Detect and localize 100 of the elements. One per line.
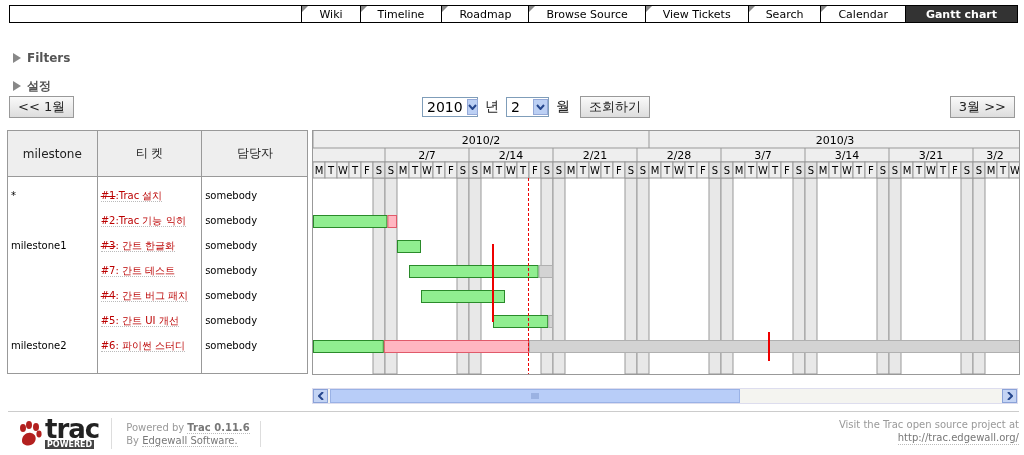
day-label: T	[996, 161, 1010, 179]
day-label: W	[672, 161, 686, 179]
milestone-name: *	[11, 190, 16, 201]
day-label: T	[600, 161, 614, 179]
day-label: S	[708, 161, 722, 179]
dropdown-icon	[533, 99, 548, 115]
day-label: S	[384, 161, 398, 179]
project-link[interactable]: http://trac.edgewall.org/	[897, 431, 1019, 445]
week-label: 3/21	[918, 149, 944, 162]
day-label: T	[768, 161, 782, 179]
day-label: S	[552, 161, 566, 179]
day-label: M	[648, 161, 662, 179]
day-label: W	[840, 161, 854, 179]
section-toggle[interactable]: Filters	[13, 49, 71, 67]
search-button[interactable]: 조회하기	[580, 96, 650, 118]
day-label: T	[324, 161, 338, 179]
day-label: S	[468, 161, 482, 179]
trac-logo[interactable]: trac POWERED	[8, 418, 113, 449]
owner-name: somebody	[205, 240, 258, 251]
day-label: S	[888, 161, 902, 179]
ticket-link[interactable]: #5: 간트 UI 개선	[100, 314, 179, 327]
day-label: F	[528, 161, 542, 179]
next-month-button[interactable]: 3월 >>	[949, 96, 1015, 118]
day-label: T	[348, 161, 362, 179]
owner-name: somebody	[205, 265, 258, 276]
day-label: S	[960, 161, 974, 179]
ticket-link[interactable]: #7: 간트 테스트	[100, 264, 176, 277]
remaining-segment	[538, 265, 553, 278]
day-label: W	[504, 161, 518, 179]
week-label: 3/7	[754, 149, 772, 162]
column-header: milestone	[7, 130, 98, 177]
day-label: W	[336, 161, 350, 179]
nav-tab[interactable]: Gantt chart	[904, 6, 1017, 22]
grip-icon	[531, 393, 539, 399]
month-label: 2010/3	[815, 134, 855, 147]
ticket-link[interactable]: #6: 파이썬 스터디	[100, 339, 186, 352]
week-label: 2/7	[418, 149, 436, 162]
month-label: 2010/2	[461, 134, 501, 147]
horizontal-scrollbar[interactable]	[312, 388, 1018, 404]
day-label: M	[732, 161, 746, 179]
day-label: F	[444, 161, 458, 179]
day-label: T	[828, 161, 842, 179]
remaining-segment	[548, 315, 553, 328]
week-label: 3/14	[834, 149, 860, 162]
day-label: S	[456, 161, 470, 179]
scrollbar-thumb[interactable]	[330, 389, 740, 403]
day-label: T	[684, 161, 698, 179]
week-label: 2/28	[666, 149, 692, 162]
day-label: M	[984, 161, 998, 179]
column-header: 담당자	[201, 130, 308, 177]
year-select[interactable]: 2010	[422, 97, 478, 117]
day-label: S	[624, 161, 638, 179]
day-label: M	[480, 161, 494, 179]
year-label: 년	[485, 98, 499, 116]
previous-month-button[interactable]: << 1월	[9, 96, 75, 118]
month-select[interactable]: 2	[506, 97, 549, 117]
day-label: T	[516, 161, 530, 179]
version-link[interactable]: Trac 0.11.6	[187, 421, 250, 434]
day-label: F	[360, 161, 374, 179]
day-label: S	[636, 161, 650, 179]
paw-icon	[18, 420, 42, 447]
scroll-left-button[interactable]	[313, 389, 328, 403]
day-label: T	[912, 161, 926, 179]
day-label: T	[744, 161, 758, 179]
owner-name: somebody	[205, 190, 258, 201]
day-label: W	[924, 161, 938, 179]
scroll-right-button[interactable]	[1002, 389, 1017, 403]
column-header: 티 켓	[97, 130, 202, 177]
done-segment	[313, 340, 384, 353]
day-label: T	[852, 161, 866, 179]
day-label: F	[612, 161, 626, 179]
day-label: T	[936, 161, 950, 179]
owner-name: somebody	[205, 290, 258, 301]
vendor-link[interactable]: Edgewall Software.	[142, 434, 238, 447]
day-label: T	[432, 161, 446, 179]
day-label: W	[756, 161, 770, 179]
milestone-name: milestone1	[11, 240, 67, 251]
day-label: W	[420, 161, 434, 179]
day-label: F	[864, 161, 878, 179]
day-label: S	[792, 161, 806, 179]
day-label: F	[696, 161, 710, 179]
ticket-link[interactable]: #2:Trac 기능 익히	[100, 214, 186, 227]
month-label: 월	[556, 98, 570, 116]
powered-by-text: Powered by Trac 0.11.6	[126, 420, 250, 434]
ticket-link[interactable]: #4: 간트 버그 패치	[100, 289, 189, 302]
vendor-text: By Edgewall Software.	[126, 433, 239, 447]
day-label: S	[804, 161, 818, 179]
day-label: M	[816, 161, 830, 179]
day-label: S	[972, 161, 986, 179]
day-label: W	[1008, 161, 1019, 179]
owner-name: somebody	[205, 340, 258, 351]
dropdown-icon	[466, 99, 478, 115]
day-label: T	[408, 161, 422, 179]
day-label: W	[588, 161, 602, 179]
day-label: T	[576, 161, 590, 179]
day-label: S	[720, 161, 734, 179]
ticket-link[interactable]: #1:Trac 설치	[100, 189, 163, 202]
ticket-link[interactable]: #3: 간트 한글화	[100, 239, 176, 252]
day-label: S	[876, 161, 890, 179]
day-label: F	[948, 161, 962, 179]
